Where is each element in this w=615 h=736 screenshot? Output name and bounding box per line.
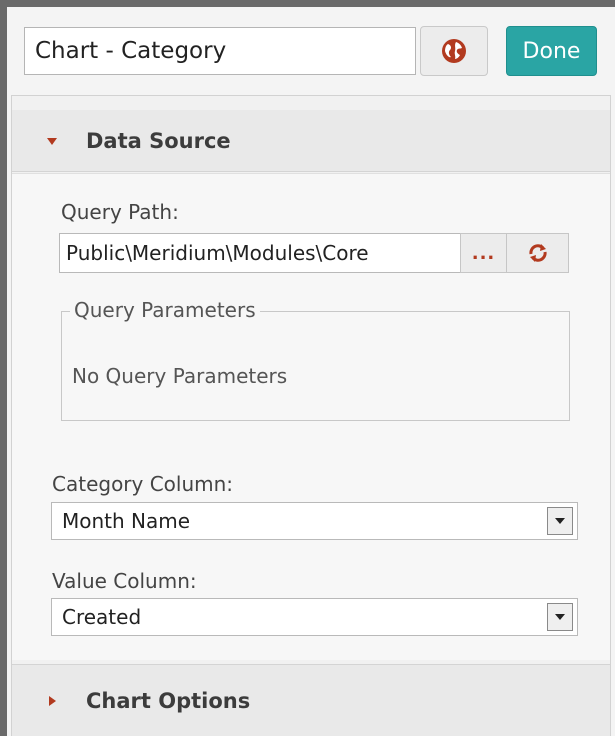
category-column-select[interactable]: Month Name	[51, 502, 578, 540]
browse-query-button[interactable]: ...	[460, 233, 507, 273]
done-button[interactable]: Done	[506, 26, 597, 76]
query-parameters-legend: Query Parameters	[70, 298, 260, 322]
collapse-arrow-icon	[47, 137, 57, 145]
value-column-label: Value Column:	[52, 569, 197, 593]
refresh-query-button[interactable]	[506, 233, 569, 273]
no-query-parameters-text: No Query Parameters	[72, 364, 288, 388]
globe-icon	[442, 39, 466, 63]
data-source-body: Query Path: Public\Meridium\Modules\Core…	[12, 173, 610, 660]
chart-options-label: Chart Options	[86, 688, 251, 713]
category-column-label: Category Column:	[52, 472, 234, 496]
value-dropdown-button[interactable]	[547, 603, 573, 631]
data-source-section-header[interactable]: Data Source	[12, 110, 610, 172]
query-parameters-group: Query Parameters No Query Parameters	[61, 298, 570, 421]
dropdown-arrow-icon	[555, 518, 565, 524]
chart-options-section-header[interactable]: Chart Options	[12, 664, 610, 736]
category-dropdown-button[interactable]	[547, 507, 573, 535]
category-column-value: Month Name	[62, 509, 191, 533]
value-column-select[interactable]: Created	[51, 598, 578, 636]
chart-title-input[interactable]	[24, 27, 416, 75]
value-column-value: Created	[62, 605, 142, 629]
data-source-label: Data Source	[86, 128, 231, 153]
window-frame-top	[0, 0, 615, 7]
query-path-field[interactable]: Public\Meridium\Modules\Core	[59, 233, 461, 273]
refresh-icon	[528, 244, 547, 262]
query-path-label: Query Path:	[61, 200, 179, 224]
expand-arrow-icon	[49, 695, 56, 706]
globe-button[interactable]	[420, 26, 488, 76]
dropdown-arrow-icon	[555, 614, 565, 620]
ellipsis-icon: ...	[471, 242, 496, 264]
window-frame-left	[0, 0, 7, 736]
properties-panel: Data Source Query Path: Public\Meridium\…	[11, 95, 611, 736]
